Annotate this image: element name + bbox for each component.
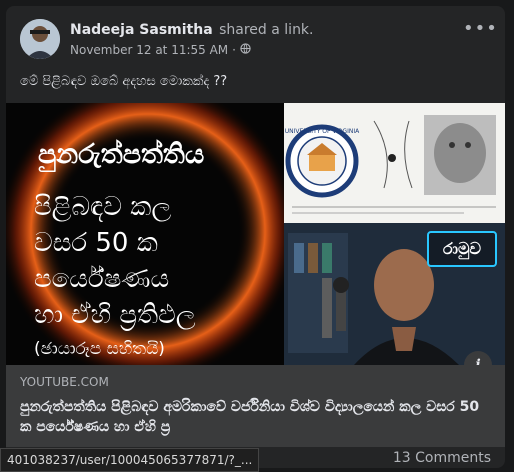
channel-badge: රාමුව [427, 231, 497, 267]
link-preview-image[interactable]: පුනරුත්පත්තිය පිළිබඳව කල වසර 50 ක පර්යේෂ… [6, 103, 505, 379]
university-seal-graphic: UNIVERSITY OF VIRGINIA [285, 115, 496, 214]
thumbnail-body-line: පිළිබඳව කල [34, 192, 172, 222]
link-title[interactable]: පුනරුත්පත්තිය පිළිබඳව අමරිකාවේ වර්ජිනියා… [20, 397, 490, 437]
globe-icon [240, 43, 251, 57]
thumbnail-document-panel: UNIVERSITY OF VIRGINIA [284, 103, 505, 223]
thumbnail-footer: (ඡායාරූප සහිතයි) [34, 339, 165, 359]
post-meta: November 12 at 11:55 AM · [70, 43, 251, 57]
author-name[interactable]: Nadeeja Sasmitha [70, 22, 213, 38]
avatar[interactable] [20, 19, 60, 59]
comments-count-link[interactable]: 13 Comments [393, 450, 491, 466]
thumbnail-presenter-panel: රාමුව [284, 223, 505, 365]
post-card: Nadeeja Sasmitha shared a link. November… [6, 6, 505, 468]
post-text: මේ පිළිබඳව ඔබේ අදහස මොකක්ද ?? [20, 74, 228, 89]
thumbnail-left-panel: පුනරුත්පත්තිය පිළිබඳව කල වසර 50 ක පර්යේෂ… [6, 103, 284, 365]
thumbnail-body-line: පර්යේෂණය [34, 264, 170, 294]
post-action: shared a link. [219, 22, 314, 38]
meta-separator: · [232, 43, 236, 57]
thumbnail-body: පිළිබඳව කල වසර 50 ක පර්යේෂණය හා ඒහි ප්‍ර… [34, 189, 274, 333]
thumbnail-body-line: වසර 50 ක [34, 228, 158, 258]
link-preview-box[interactable]: YOUTUBE.COM පුනරුත්පත්තිය පිළිබඳව අමරිකා… [6, 365, 505, 447]
link-domain: YOUTUBE.COM [20, 375, 109, 389]
post-header: Nadeeja Sasmitha shared a link. November… [20, 18, 497, 62]
thumbnail-body-line: හා ඒහි ප්‍රතිඵල [34, 300, 196, 330]
author-line: Nadeeja Sasmitha shared a link. [70, 22, 314, 38]
status-bar-url: 401038237/user/100045065377871/?_... [0, 448, 260, 472]
more-dots-icon[interactable]: ••• [463, 20, 497, 44]
university-seal-text: UNIVERSITY OF VIRGINIA [285, 128, 360, 135]
thumbnail-title: පුනරුත්පත්තිය [38, 139, 205, 170]
post-timestamp[interactable]: November 12 at 11:55 AM [70, 43, 228, 57]
